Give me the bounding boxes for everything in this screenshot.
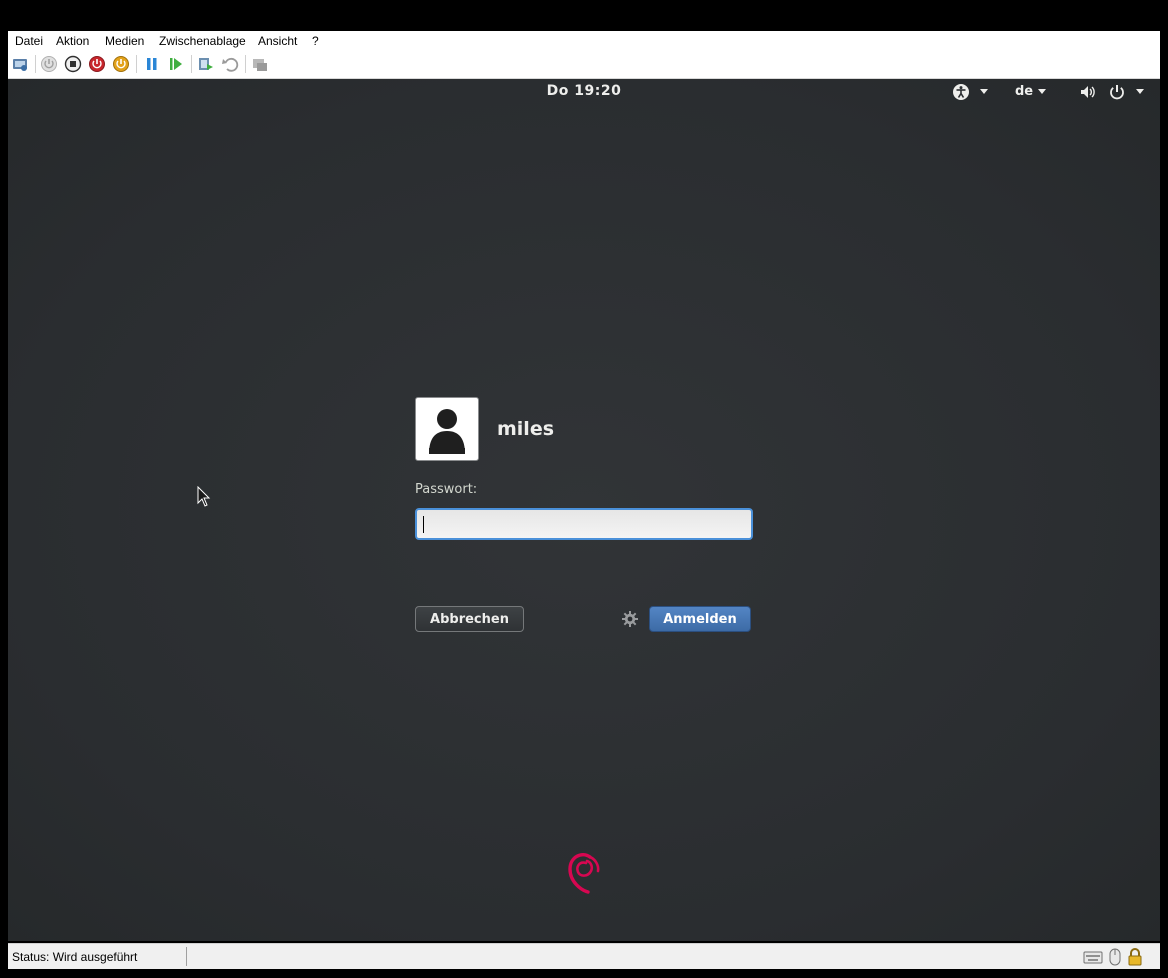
status-bar: Status: Wird ausgeführt <box>8 943 1160 969</box>
text-cursor <box>423 516 424 533</box>
save-state-icon[interactable] <box>112 55 130 73</box>
menu-aktion[interactable]: Aktion <box>56 34 89 48</box>
enhanced-session-icon[interactable] <box>251 55 269 73</box>
status-separator <box>186 947 187 966</box>
accessibility-menu-caret[interactable] <box>980 89 988 94</box>
menu-medien[interactable]: Medien <box>105 34 144 48</box>
username: miles <box>497 418 555 440</box>
password-label: Passwort: <box>415 482 478 497</box>
user-silhouette-icon <box>429 409 465 454</box>
language-menu-caret[interactable] <box>1038 89 1046 94</box>
password-field[interactable] <box>415 508 753 540</box>
lock-icon <box>1126 948 1144 969</box>
user-avatar <box>415 397 479 461</box>
gear-icon[interactable] <box>621 610 639 633</box>
language-indicator[interactable]: de <box>1015 84 1033 99</box>
accessibility-icon[interactable] <box>952 83 970 106</box>
toolbar-separator <box>35 55 36 73</box>
checkpoint-icon[interactable] <box>197 55 215 73</box>
vm-screen[interactable]: Do 19:20 de miles Passwort: Abbrechen An… <box>8 79 1160 941</box>
menu-datei[interactable]: Datei <box>15 34 43 48</box>
toolbar-separator <box>191 55 192 73</box>
status-text: Status: Wird ausgeführt <box>12 950 138 964</box>
toolbar-separator <box>245 55 246 73</box>
system-menu-caret[interactable] <box>1136 89 1144 94</box>
start-icon[interactable] <box>40 55 58 73</box>
revert-icon[interactable] <box>221 55 239 73</box>
toolbar <box>8 50 1160 79</box>
cancel-button[interactable]: Abbrechen <box>415 606 524 632</box>
menu-zwischenablage[interactable]: Zwischenablage <box>159 34 246 48</box>
toolbar-separator <box>136 55 137 73</box>
volume-icon[interactable] <box>1079 83 1097 106</box>
ctrl-alt-del-icon[interactable] <box>11 55 29 73</box>
menu-help[interactable]: ? <box>312 34 319 48</box>
power-icon[interactable] <box>1108 83 1126 106</box>
shutdown-icon[interactable] <box>88 55 106 73</box>
turn-off-icon[interactable] <box>64 55 82 73</box>
pause-icon[interactable] <box>143 55 161 73</box>
menu-ansicht[interactable]: Ansicht <box>258 34 297 48</box>
mouse-icon <box>1107 948 1123 969</box>
resume-icon[interactable] <box>167 55 185 73</box>
signin-button[interactable]: Anmelden <box>649 606 751 632</box>
menu-bar: Datei Aktion Medien Zwischenablage Ansic… <box>8 31 1160 51</box>
debian-logo <box>564 847 604 902</box>
keyboard-icon <box>1083 948 1103 969</box>
mouse-pointer-icon <box>197 485 211 513</box>
